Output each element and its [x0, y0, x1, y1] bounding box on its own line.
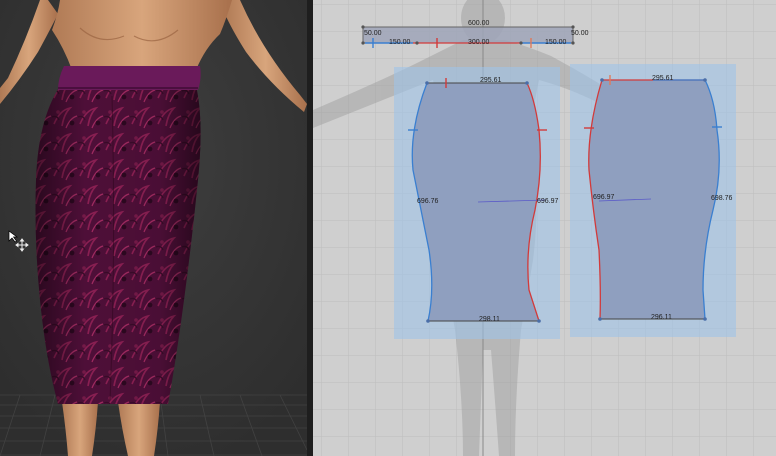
skirt-waistband — [58, 66, 201, 90]
move-cursor-icon — [8, 230, 29, 252]
waistband-seg-right-label: 150.00 — [545, 39, 567, 46]
2d-pattern-view[interactable]: 600.00 50.00 50.00 150.00 300.00 150.00 … — [313, 0, 776, 456]
waistband-right-end-label: 50.00 — [571, 30, 589, 37]
waistband-total-label: 600.00 — [468, 20, 490, 27]
back-side-right-label: 698.76 — [711, 195, 733, 202]
back-hem-label: 296.11 — [651, 314, 672, 321]
waistband-seg-mid-label: 300.00 — [468, 39, 490, 46]
back-side-left-label: 696.97 — [593, 194, 615, 201]
back-skirt-panel[interactable]: 295.61 696.97 698.76 296.11 — [570, 64, 736, 337]
back-top-label: 295.61 — [652, 75, 674, 82]
front-side-right-label: 696.97 — [537, 198, 559, 205]
3d-scene[interactable] — [0, 0, 307, 456]
front-top-label: 295.61 — [480, 77, 502, 84]
front-skirt-panel[interactable]: 295.61 696.76 696.97 298.11 — [394, 67, 560, 339]
waistband-left-end-label: 50.00 — [364, 30, 382, 37]
3d-viewport[interactable] — [0, 0, 307, 456]
left-leg — [62, 402, 98, 456]
pattern-canvas[interactable]: 600.00 50.00 50.00 150.00 300.00 150.00 … — [313, 0, 776, 456]
front-hem-label: 298.11 — [479, 316, 500, 323]
front-side-left-label: 696.76 — [417, 198, 439, 205]
waistband-seg-left-label: 150.00 — [389, 39, 411, 46]
